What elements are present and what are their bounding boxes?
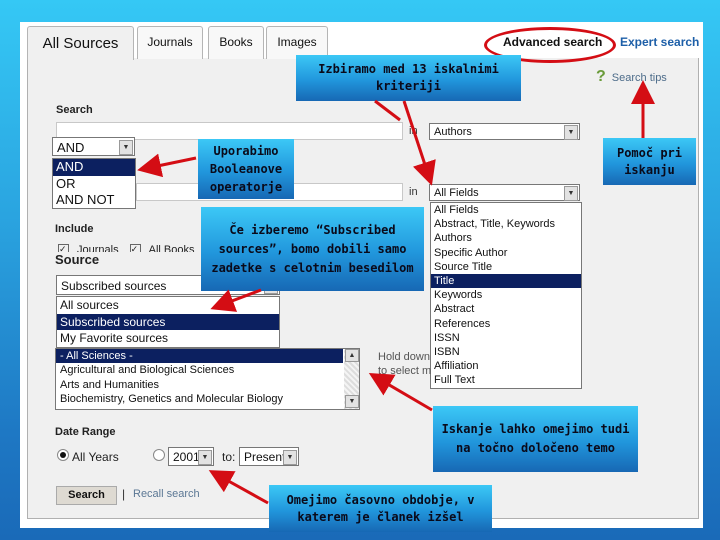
source-label: Source	[55, 252, 100, 267]
source-option-favorite[interactable]: My Favorite sources	[57, 330, 279, 347]
include-checkboxes: ✓ Journals ✓ All Books	[58, 244, 195, 252]
from-year-value: 2001	[173, 450, 200, 464]
hint-line: to select m	[378, 365, 432, 377]
date-range-label: Date Range	[55, 426, 116, 438]
field-option[interactable]: All Fields	[431, 203, 581, 217]
hint-line: Hold down	[378, 351, 430, 363]
subject-option[interactable]: Agricultural and Biological Sciences	[56, 363, 343, 377]
all-books-checkbox-label: All Books	[148, 244, 195, 252]
year-range-radio[interactable]	[153, 449, 165, 461]
callout-subject: Iskanje lahko omejimo tudi na točno dolo…	[433, 406, 638, 472]
field-option[interactable]: Title	[431, 274, 581, 289]
field-option[interactable]: ISSN	[431, 331, 581, 345]
search-label: Search	[56, 104, 93, 116]
field-options-list: All Fields Abstract, Title, Keywords Autho…	[430, 202, 582, 389]
field-option[interactable]: Full Text	[431, 373, 581, 387]
field-option[interactable]: ISBN	[431, 345, 581, 359]
in-label-2: in	[409, 186, 418, 198]
field-option[interactable]: Abstract	[431, 302, 581, 316]
boolean-option-or[interactable]: OR	[53, 176, 135, 193]
field-option[interactable]: References	[431, 317, 581, 331]
search-tips[interactable]: ? Search tips	[596, 68, 667, 86]
boolean-operator-select[interactable]: AND ▼	[52, 137, 135, 156]
source-options-list: All sources Subscribed sources My Favori…	[56, 296, 280, 348]
tab-journals[interactable]: Journals	[137, 26, 203, 59]
expert-search-link[interactable]: Expert search	[620, 35, 699, 49]
subject-area-list[interactable]: - All Sciences - Agricultural and Biolog…	[55, 348, 360, 410]
source-option-all[interactable]: All sources	[57, 297, 279, 314]
tab-books[interactable]: Books	[208, 26, 264, 59]
to-year-value: Present	[244, 450, 286, 464]
subject-list-scrollbar[interactable]: ▲ ▼	[344, 349, 359, 409]
all-books-checkbox[interactable]: ✓	[129, 244, 141, 252]
separator: |	[122, 487, 126, 501]
field-option[interactable]: Affiliation	[431, 359, 581, 373]
scroll-up-icon[interactable]: ▲	[345, 349, 359, 362]
subject-option[interactable]: Arts and Humanities	[56, 378, 343, 392]
in-label-1: in	[409, 125, 418, 137]
boolean-option-and-not[interactable]: AND NOT	[53, 192, 135, 209]
field-option[interactable]: Source Title	[431, 260, 581, 274]
chevron-down-icon[interactable]: ▼	[283, 450, 297, 465]
callout-subscribed: Če izberemo “Subscribed sources”, bomo d…	[201, 207, 424, 291]
source-select-value: Subscribed sources	[61, 279, 167, 293]
field-option[interactable]: Authors	[431, 231, 581, 245]
field-select-1-value: Authors	[434, 126, 472, 138]
field-select-2[interactable]: All Fields ▼	[429, 184, 580, 201]
journals-checkbox[interactable]: ✓	[58, 244, 69, 252]
search-tips-link[interactable]: Search tips	[612, 72, 667, 84]
source-option-subscribed[interactable]: Subscribed sources	[57, 313, 279, 330]
from-year-select[interactable]: 2001 ▼	[168, 447, 214, 466]
multi-select-hint: Hold down to select m	[378, 350, 431, 378]
help-icon: ?	[596, 68, 606, 85]
field-option[interactable]: Specific Author	[431, 246, 581, 260]
all-years-radio[interactable]	[57, 449, 69, 461]
field-select-2-value: All Fields	[434, 187, 479, 199]
chevron-down-icon[interactable]: ▼	[198, 450, 212, 465]
chevron-down-icon[interactable]: ▼	[564, 125, 578, 140]
recall-search-link[interactable]: Recall search	[133, 488, 200, 500]
to-year-select[interactable]: Present ▼	[239, 447, 299, 466]
search-button[interactable]: Search	[56, 486, 117, 505]
scroll-down-icon[interactable]: ▼	[345, 395, 359, 408]
field-option[interactable]: Abstract, Title, Keywords	[431, 217, 581, 231]
callout-period: Omejimo časovno obdobje, v katerem je čl…	[269, 485, 492, 532]
all-years-label: All Years	[72, 450, 119, 464]
journals-checkbox-label: Journals	[77, 244, 119, 252]
subject-option[interactable]: - All Sciences -	[56, 349, 343, 364]
subject-option[interactable]: Biochemistry, Genetics and Molecular Bio…	[56, 392, 343, 406]
chevron-down-icon[interactable]: ▼	[119, 140, 133, 155]
field-option[interactable]: Keywords	[431, 288, 581, 302]
boolean-operator-list: AND OR AND NOT	[52, 158, 136, 209]
to-label: to:	[222, 450, 236, 464]
tab-all-sources[interactable]: All Sources	[27, 26, 134, 60]
include-label: Include	[55, 223, 94, 235]
boolean-option-and[interactable]: AND	[53, 159, 135, 176]
chevron-down-icon[interactable]: ▼	[564, 186, 578, 201]
field-select-1[interactable]: Authors ▼	[429, 123, 580, 140]
callout-help: Pomoč pri iskanju	[603, 138, 696, 185]
callout-boolean: Uporabimo Booleanove operatorje	[198, 139, 294, 199]
boolean-operator-value: AND	[57, 140, 85, 155]
callout-criteria: Izbiramo med 13 iskalnimi kriteriji	[296, 55, 521, 101]
